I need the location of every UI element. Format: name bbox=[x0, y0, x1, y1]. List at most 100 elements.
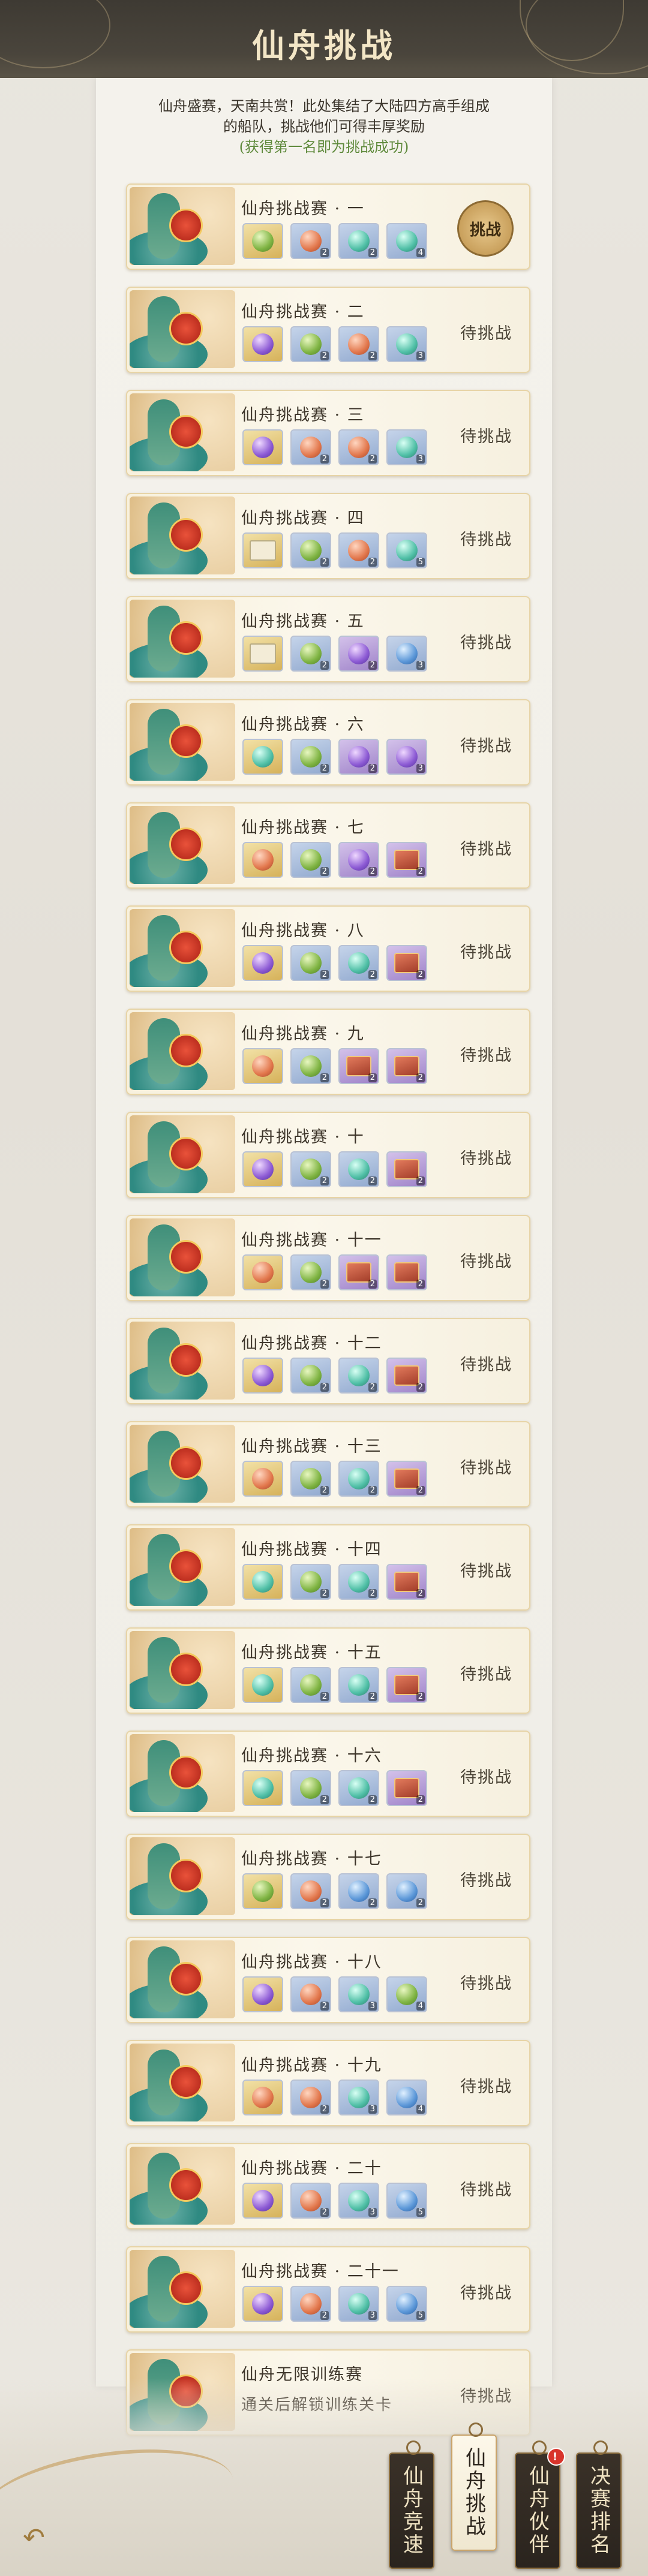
challenge-card[interactable]: 仙舟挑战赛 · 二 2 2 3 待挑战 bbox=[126, 287, 530, 373]
reward-item[interactable]: 2 bbox=[338, 429, 379, 465]
challenge-card[interactable]: 仙舟挑战赛 · 十六 2 2 2 待挑战 bbox=[126, 1731, 530, 1817]
reward-item[interactable]: 2 bbox=[290, 842, 331, 878]
challenge-card[interactable]: 仙舟挑战赛 · 七 2 2 2 待挑战 bbox=[126, 802, 530, 889]
reward-item[interactable] bbox=[242, 1873, 283, 1909]
reward-item[interactable] bbox=[242, 1254, 283, 1290]
reward-item[interactable]: 5 bbox=[386, 2286, 427, 2322]
reward-item[interactable]: 2 bbox=[290, 1151, 331, 1187]
reward-item[interactable]: 2 bbox=[338, 1358, 379, 1394]
reward-item[interactable]: 2 bbox=[290, 326, 331, 362]
reward-item[interactable] bbox=[242, 945, 283, 981]
reward-item[interactable] bbox=[242, 1461, 283, 1497]
reward-item[interactable]: 2 bbox=[338, 945, 379, 981]
challenge-card[interactable]: 仙舟挑战赛 · 十九 2 3 4 待挑战 bbox=[126, 2040, 530, 2126]
reward-item[interactable]: 4 bbox=[386, 223, 427, 259]
reward-item[interactable] bbox=[242, 2183, 283, 2219]
reward-item[interactable]: 2 bbox=[290, 1461, 331, 1497]
reward-item[interactable] bbox=[242, 429, 283, 465]
reward-item[interactable]: 2 bbox=[338, 1048, 379, 1084]
reward-item[interactable]: 2 bbox=[386, 1564, 427, 1600]
challenge-card[interactable]: 仙舟挑战赛 · 十七 2 2 2 待挑战 bbox=[126, 1834, 530, 1920]
challenge-card[interactable]: 仙舟挑战赛 · 四 2 2 5 待挑战 bbox=[126, 493, 530, 579]
reward-item[interactable]: 2 bbox=[386, 1358, 427, 1394]
challenge-card[interactable]: 仙舟挑战赛 · 十四 2 2 2 待挑战 bbox=[126, 1524, 530, 1611]
reward-item[interactable]: 2 bbox=[338, 1667, 379, 1703]
reward-item[interactable] bbox=[242, 1564, 283, 1600]
reward-item[interactable] bbox=[242, 1048, 283, 1084]
reward-item[interactable]: 5 bbox=[386, 2183, 427, 2219]
reward-item[interactable]: 2 bbox=[386, 1461, 427, 1497]
reward-item[interactable]: 2 bbox=[290, 223, 331, 259]
challenge-card[interactable]: 仙舟挑战赛 · 二十一 2 3 5 待挑战 bbox=[126, 2246, 530, 2333]
reward-item[interactable] bbox=[242, 2080, 283, 2115]
reward-item[interactable]: 2 bbox=[338, 1873, 379, 1909]
reward-item[interactable]: 2 bbox=[338, 739, 379, 775]
reward-item[interactable]: 2 bbox=[338, 1461, 379, 1497]
reward-item[interactable]: 2 bbox=[290, 739, 331, 775]
reward-item[interactable]: 2 bbox=[338, 1564, 379, 1600]
reward-item[interactable]: 2 bbox=[338, 326, 379, 362]
challenge-card[interactable]: 仙舟挑战赛 · 三 2 2 3 待挑战 bbox=[126, 390, 530, 476]
nav-tab[interactable]: 仙舟伙伴! bbox=[515, 2440, 565, 2569]
challenge-card[interactable]: 仙舟挑战赛 · 一 2 2 4 挑战 bbox=[126, 183, 530, 270]
reward-item[interactable] bbox=[242, 326, 283, 362]
reward-item[interactable] bbox=[242, 2286, 283, 2322]
reward-item[interactable]: 2 bbox=[386, 1048, 427, 1084]
reward-item[interactable]: 2 bbox=[290, 2286, 331, 2322]
reward-item[interactable]: 2 bbox=[290, 1564, 331, 1600]
challenge-card[interactable]: 仙舟挑战赛 · 十八 2 3 4 待挑战 bbox=[126, 1937, 530, 2023]
reward-item[interactable] bbox=[242, 739, 283, 775]
reward-item[interactable]: 2 bbox=[290, 2183, 331, 2219]
back-arrow-icon[interactable]: ↶ bbox=[23, 2524, 59, 2552]
reward-item[interactable]: 2 bbox=[338, 636, 379, 672]
challenge-card[interactable]: 仙舟挑战赛 · 十一 2 2 2 待挑战 bbox=[126, 1215, 530, 1301]
challenge-button[interactable]: 挑战 bbox=[457, 200, 514, 257]
reward-item[interactable] bbox=[242, 842, 283, 878]
reward-item[interactable]: 2 bbox=[290, 1873, 331, 1909]
reward-item[interactable] bbox=[242, 636, 283, 672]
reward-item[interactable]: 2 bbox=[290, 1048, 331, 1084]
reward-item[interactable] bbox=[242, 532, 283, 568]
reward-item[interactable]: 3 bbox=[338, 1976, 379, 2012]
challenge-card[interactable]: 仙舟挑战赛 · 二十 2 3 5 待挑战 bbox=[126, 2143, 530, 2229]
reward-item[interactable]: 2 bbox=[290, 1358, 331, 1394]
reward-item[interactable]: 2 bbox=[290, 1976, 331, 2012]
reward-item[interactable]: 2 bbox=[290, 429, 331, 465]
nav-tab[interactable]: 仙舟挑战 bbox=[451, 2422, 497, 2551]
reward-item[interactable] bbox=[242, 1770, 283, 1806]
challenge-card[interactable]: 仙舟挑战赛 · 十 2 2 2 待挑战 bbox=[126, 1112, 530, 1198]
reward-item[interactable]: 2 bbox=[338, 532, 379, 568]
reward-item[interactable]: 2 bbox=[386, 1151, 427, 1187]
reward-item[interactable] bbox=[242, 1151, 283, 1187]
reward-item[interactable]: 2 bbox=[386, 1254, 427, 1290]
reward-item[interactable]: 2 bbox=[290, 1770, 331, 1806]
reward-item[interactable]: 2 bbox=[386, 1667, 427, 1703]
reward-item[interactable]: 4 bbox=[386, 1976, 427, 2012]
reward-item[interactable]: 3 bbox=[386, 326, 427, 362]
reward-item[interactable]: 3 bbox=[338, 2286, 379, 2322]
reward-item[interactable]: 2 bbox=[290, 2080, 331, 2115]
reward-item[interactable] bbox=[242, 1976, 283, 2012]
reward-item[interactable]: 2 bbox=[290, 1254, 331, 1290]
nav-tab[interactable]: 决赛排名 bbox=[576, 2440, 622, 2569]
reward-item[interactable]: 2 bbox=[338, 1770, 379, 1806]
reward-item[interactable]: 3 bbox=[386, 429, 427, 465]
challenge-card[interactable]: 仙舟挑战赛 · 十五 2 2 2 待挑战 bbox=[126, 1627, 530, 1714]
reward-item[interactable]: 4 bbox=[386, 2080, 427, 2115]
reward-item[interactable] bbox=[242, 1358, 283, 1394]
reward-item[interactable]: 2 bbox=[338, 223, 379, 259]
challenge-card[interactable]: 仙舟挑战赛 · 九 2 2 2 待挑战 bbox=[126, 1009, 530, 1095]
reward-item[interactable]: 2 bbox=[290, 532, 331, 568]
reward-item[interactable]: 2 bbox=[290, 636, 331, 672]
reward-item[interactable]: 3 bbox=[338, 2183, 379, 2219]
reward-item[interactable]: 2 bbox=[338, 1254, 379, 1290]
reward-item[interactable]: 5 bbox=[386, 532, 427, 568]
challenge-card[interactable]: 仙舟挑战赛 · 八 2 2 2 待挑战 bbox=[126, 905, 530, 992]
reward-item[interactable]: 3 bbox=[386, 636, 427, 672]
reward-item[interactable]: 2 bbox=[386, 1873, 427, 1909]
reward-item[interactable]: 3 bbox=[386, 739, 427, 775]
reward-item[interactable]: 2 bbox=[338, 842, 379, 878]
reward-item[interactable]: 2 bbox=[386, 945, 427, 981]
reward-item[interactable]: 2 bbox=[386, 1770, 427, 1806]
reward-item[interactable]: 2 bbox=[290, 945, 331, 981]
